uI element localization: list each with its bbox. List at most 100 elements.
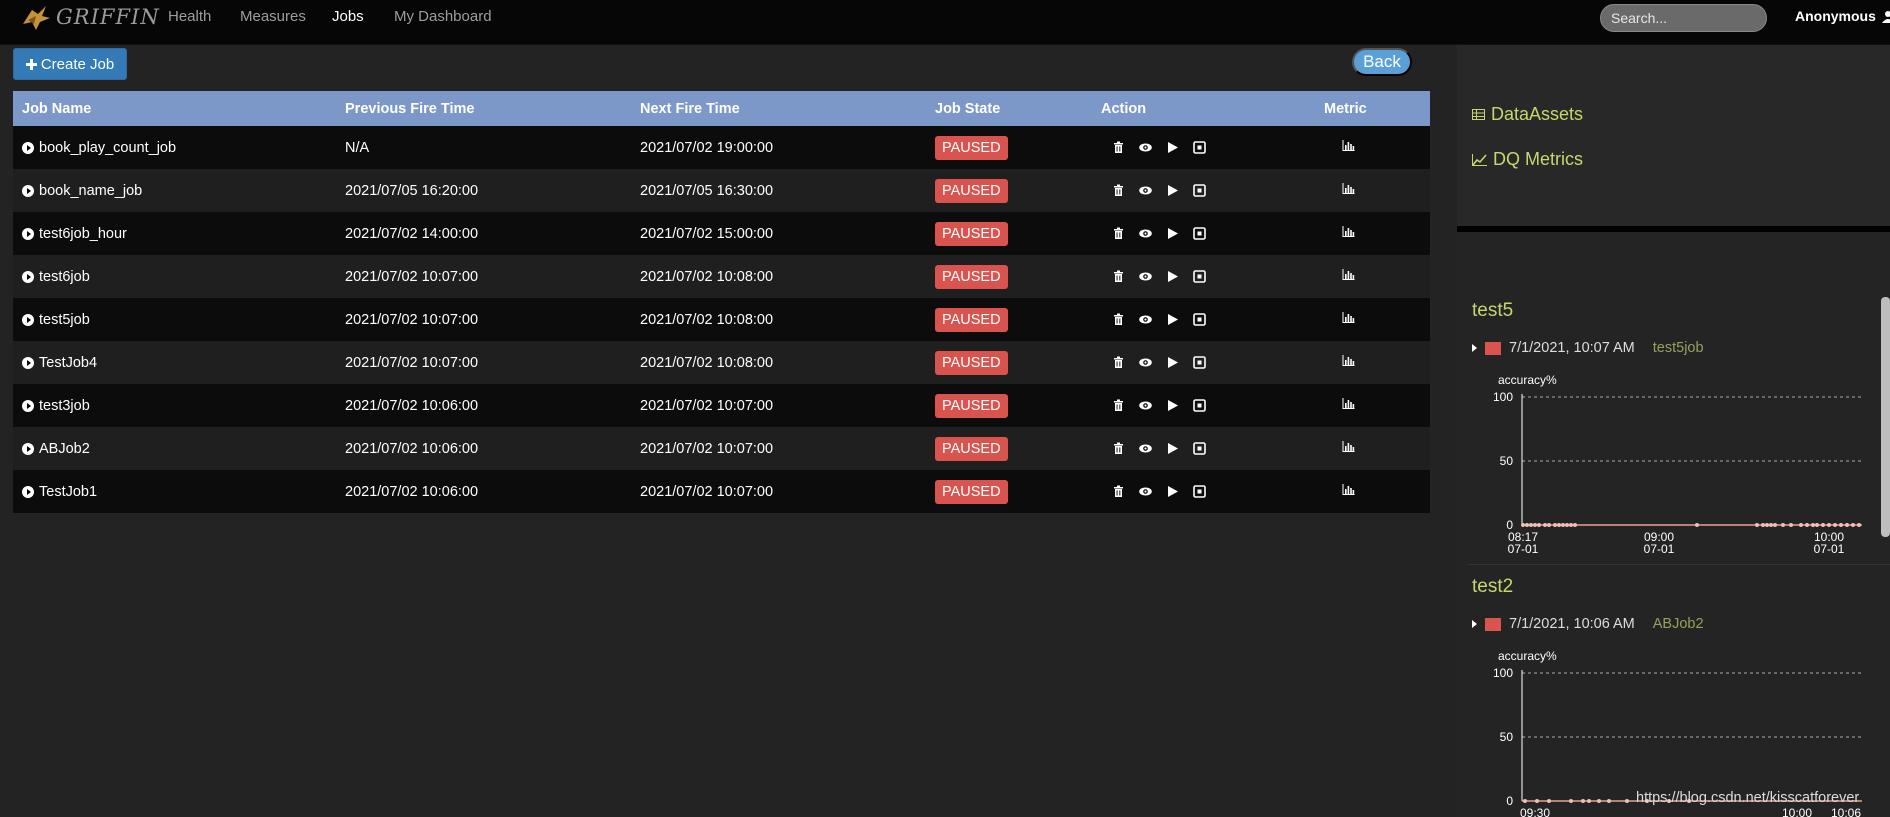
eye-icon[interactable] (1138, 184, 1152, 198)
table-row[interactable]: test5job 2021/07/02 10:07:00 2021/07/02 … (13, 298, 1430, 341)
bar-chart-icon[interactable] (1341, 182, 1355, 196)
data-point[interactable] (1769, 523, 1773, 527)
nav-my-dashboard[interactable]: My Dashboard (394, 8, 492, 25)
play-icon[interactable] (1165, 313, 1179, 327)
expand-circle-icon[interactable] (22, 184, 34, 197)
data-point[interactable] (1781, 523, 1785, 527)
play-icon[interactable] (1165, 184, 1179, 198)
data-point[interactable] (1815, 523, 1819, 527)
create-job-button[interactable]: Create Job (13, 48, 127, 80)
bar-chart-icon[interactable] (1341, 268, 1355, 282)
data-point[interactable] (1557, 523, 1561, 527)
eye-icon[interactable] (1138, 270, 1152, 284)
metric-entry-test5[interactable]: 7/1/2021, 10:07 AM test5job (1472, 340, 1704, 356)
job-name-cell[interactable]: test6job (13, 255, 336, 298)
trash-icon[interactable] (1111, 227, 1125, 241)
data-point[interactable] (1765, 523, 1769, 527)
data-point[interactable] (1773, 523, 1777, 527)
data-point[interactable] (1625, 799, 1629, 803)
col-previous-fire-time[interactable]: Previous Fire Time (336, 91, 631, 126)
job-name-cell[interactable]: book_play_count_job (13, 126, 336, 169)
data-point[interactable] (1537, 523, 1541, 527)
expand-circle-icon[interactable] (22, 313, 34, 326)
metric-title-test2[interactable]: test2 (1472, 576, 1513, 598)
table-row[interactable]: test3job 2021/07/02 10:06:00 2021/07/02 … (13, 384, 1430, 427)
stop-icon[interactable] (1192, 227, 1206, 241)
bar-chart-icon[interactable] (1341, 311, 1355, 325)
dq-metrics-link[interactable]: DQ Metrics (1472, 149, 1583, 170)
back-button[interactable]: Back (1352, 48, 1412, 76)
eye-icon[interactable] (1138, 442, 1152, 456)
play-icon[interactable] (1165, 356, 1179, 370)
stop-icon[interactable] (1192, 184, 1206, 198)
job-name-cell[interactable]: TestJob4 (13, 341, 336, 384)
job-name-cell[interactable]: book_name_job (13, 169, 336, 212)
eye-icon[interactable] (1138, 485, 1152, 499)
job-name-cell[interactable]: test3job (13, 384, 336, 427)
trash-icon[interactable] (1111, 270, 1125, 284)
data-point[interactable] (1845, 523, 1849, 527)
bar-chart-icon[interactable] (1341, 354, 1355, 368)
stop-icon[interactable] (1192, 399, 1206, 413)
data-point[interactable] (1833, 523, 1837, 527)
bar-chart-icon[interactable] (1341, 483, 1355, 497)
data-point[interactable] (1561, 523, 1565, 527)
data-point[interactable] (1821, 523, 1825, 527)
data-point[interactable] (1827, 523, 1831, 527)
play-icon[interactable] (1165, 399, 1179, 413)
data-point[interactable] (1569, 523, 1573, 527)
col-job-name[interactable]: Job Name (13, 91, 336, 126)
data-point[interactable] (1565, 523, 1569, 527)
data-point[interactable] (1839, 523, 1843, 527)
data-point[interactable] (1581, 799, 1585, 803)
bar-chart-icon[interactable] (1341, 397, 1355, 411)
play-icon[interactable] (1165, 141, 1179, 155)
job-name-cell[interactable]: ABJob2 (13, 427, 336, 470)
stop-icon[interactable] (1192, 141, 1206, 155)
nav-health[interactable]: Health (168, 8, 211, 25)
play-icon[interactable] (1165, 270, 1179, 284)
data-point[interactable] (1529, 523, 1533, 527)
table-row[interactable]: TestJob4 2021/07/02 10:07:00 2021/07/02 … (13, 341, 1430, 384)
play-icon[interactable] (1165, 442, 1179, 456)
expand-circle-icon[interactable] (22, 356, 34, 369)
expand-circle-icon[interactable] (22, 399, 34, 412)
metric-entry-test2[interactable]: 7/1/2021, 10:06 AM ABJob2 (1472, 616, 1704, 632)
data-point[interactable] (1799, 523, 1803, 527)
data-point[interactable] (1597, 799, 1601, 803)
data-point[interactable] (1607, 799, 1611, 803)
table-row[interactable]: test6job 2021/07/02 10:07:00 2021/07/02 … (13, 255, 1430, 298)
data-point[interactable] (1851, 523, 1855, 527)
table-row[interactable]: TestJob1 2021/07/02 10:06:00 2021/07/02 … (13, 470, 1430, 513)
trash-icon[interactable] (1111, 184, 1125, 198)
expand-circle-icon[interactable] (22, 485, 34, 498)
table-row[interactable]: book_play_count_job N/A 2021/07/02 19:00… (13, 126, 1430, 169)
bar-chart-icon[interactable] (1341, 225, 1355, 239)
expand-circle-icon[interactable] (22, 141, 34, 154)
trash-icon[interactable] (1111, 313, 1125, 327)
job-name-cell[interactable]: test6job_hour (13, 212, 336, 255)
dataassets-link[interactable]: DataAssets (1472, 104, 1583, 125)
table-row[interactable]: test6job_hour 2021/07/02 14:00:00 2021/0… (13, 212, 1430, 255)
data-point[interactable] (1553, 523, 1557, 527)
stop-icon[interactable] (1192, 356, 1206, 370)
data-point[interactable] (1547, 523, 1551, 527)
trash-icon[interactable] (1111, 442, 1125, 456)
nav-measures[interactable]: Measures (240, 8, 306, 25)
table-row[interactable]: book_name_job 2021/07/05 16:20:00 2021/0… (13, 169, 1430, 212)
play-icon[interactable] (1165, 227, 1179, 241)
trash-icon[interactable] (1111, 141, 1125, 155)
table-row[interactable]: ABJob2 2021/07/02 10:06:00 2021/07/02 10… (13, 427, 1430, 470)
eye-icon[interactable] (1138, 399, 1152, 413)
data-point[interactable] (1535, 799, 1539, 803)
data-point[interactable] (1857, 523, 1861, 527)
data-point[interactable] (1761, 523, 1765, 527)
col-job-state[interactable]: Job State (926, 91, 1092, 126)
data-point[interactable] (1543, 523, 1547, 527)
nav-jobs[interactable]: Jobs (332, 8, 364, 25)
stop-icon[interactable] (1192, 313, 1206, 327)
search-input[interactable] (1600, 4, 1767, 32)
trash-icon[interactable] (1111, 399, 1125, 413)
data-point[interactable] (1573, 523, 1577, 527)
expand-circle-icon[interactable] (22, 442, 34, 455)
